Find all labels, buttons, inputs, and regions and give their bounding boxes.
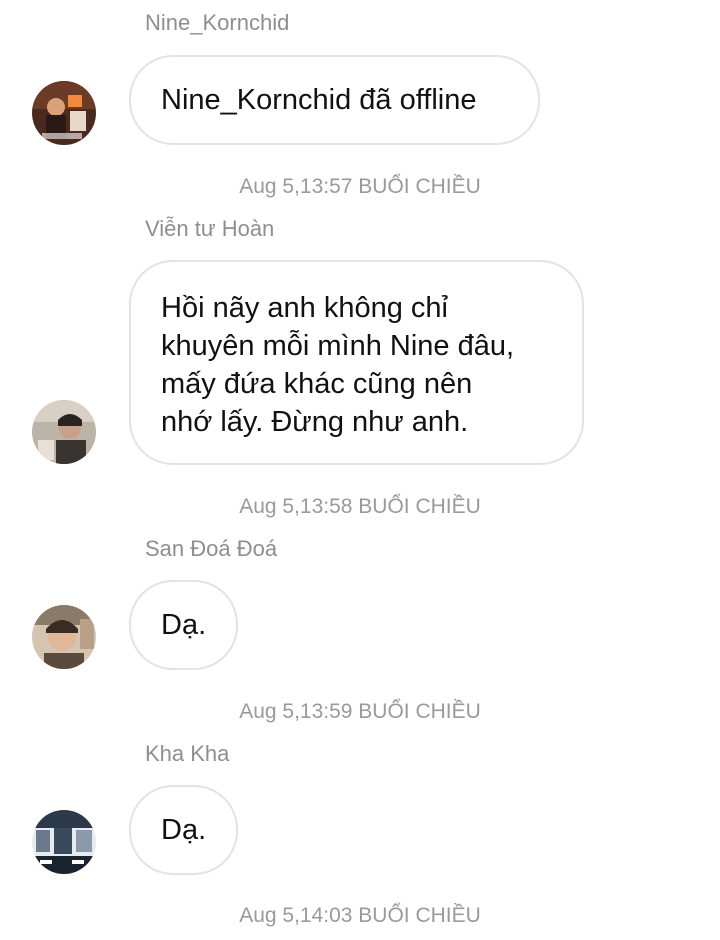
message-text: Nine_Kornchid đã offline: [161, 84, 477, 116]
avatar-photo-icon: [32, 400, 96, 464]
message-text-line: khuyên mỗi mình Nine đâu,: [161, 330, 515, 362]
user-avatar[interactable]: [32, 81, 96, 145]
avatar-photo-icon: [32, 81, 96, 145]
message-text-line: Hồi nãy anh không chỉ: [161, 292, 448, 324]
sender-name: Viễn tư Hoàn: [145, 216, 275, 241]
message-text-line: nhớ lấy. Đừng như anh.: [161, 406, 469, 438]
message-bubble[interactable]: Nine_Kornchid đã offline: [129, 55, 540, 145]
message-text: Dạ.: [161, 609, 207, 641]
message-bubble[interactable]: Dạ.: [129, 785, 238, 875]
message-bubble[interactable]: Hồi nãy anh không chỉ khuyên mỗi mình Ni…: [129, 260, 584, 465]
sender-name: Nine_Kornchid: [145, 10, 290, 35]
sender-name: Kha Kha: [145, 741, 230, 766]
message-bubble[interactable]: Dạ.: [129, 580, 238, 670]
avatar-photo-icon: [32, 810, 96, 874]
message-timestamp: Aug 5,14:03 BUỔI CHIỀU: [239, 904, 481, 927]
message-text: Dạ.: [161, 814, 207, 846]
message-timestamp: Aug 5,13:57 BUỔI CHIỀU: [239, 175, 481, 198]
message-timestamp: Aug 5,13:59 BUỔI CHIỀU: [239, 700, 481, 723]
user-avatar[interactable]: [32, 400, 96, 464]
user-avatar[interactable]: [32, 605, 96, 669]
avatar-photo-icon: [32, 605, 96, 669]
message-text-line: mấy đứa khác cũng nên: [161, 368, 473, 400]
sender-name: San Đoá Đoá: [145, 536, 278, 561]
user-avatar[interactable]: [32, 810, 96, 874]
message-timestamp: Aug 5,13:58 BUỔI CHIỀU: [239, 495, 481, 518]
